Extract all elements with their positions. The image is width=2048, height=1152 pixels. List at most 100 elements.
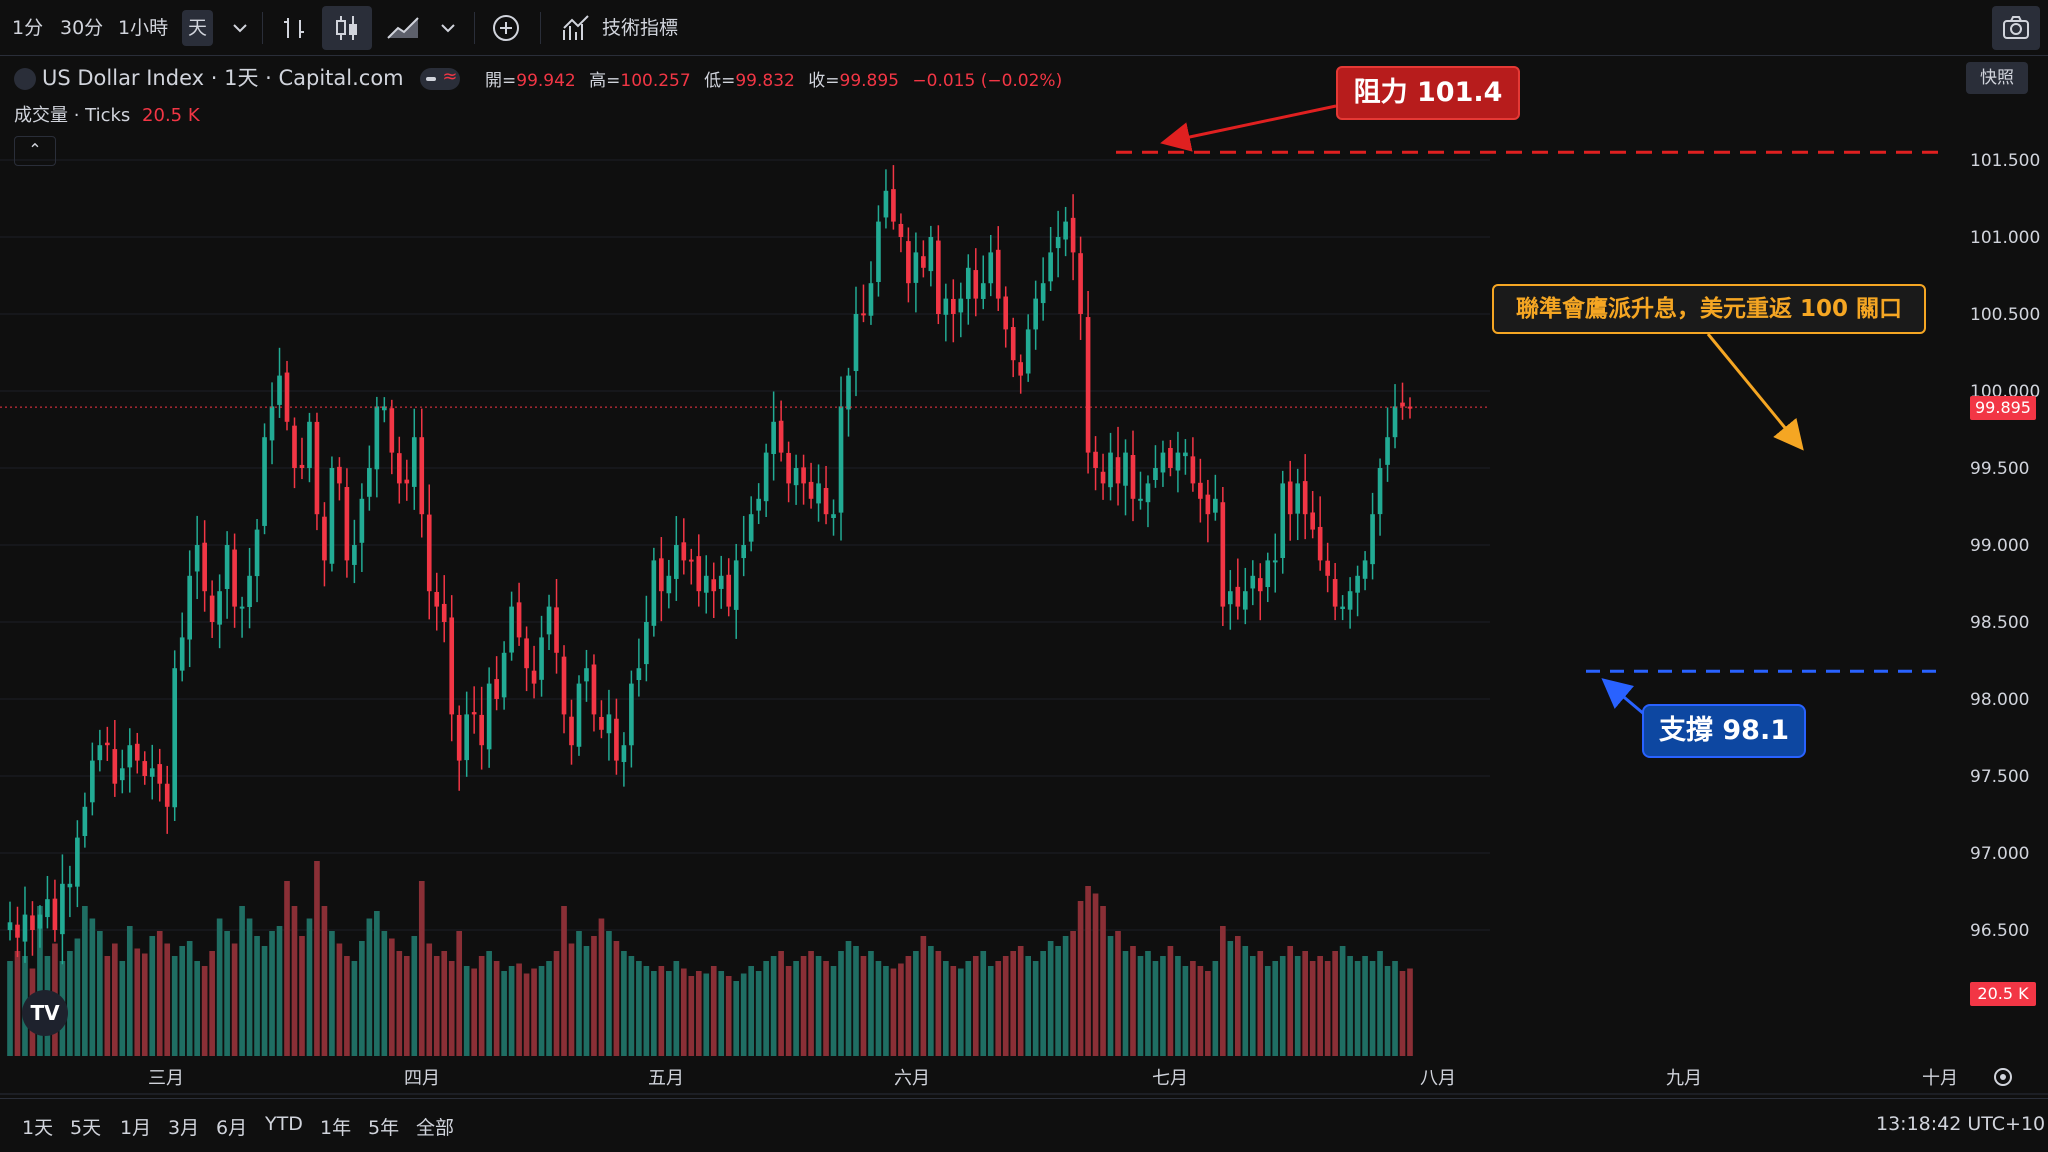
- range-6m[interactable]: 6月: [216, 1113, 247, 1140]
- candle-body: [179, 637, 185, 671]
- candle-body: [1055, 237, 1061, 249]
- range-5d[interactable]: 5天: [70, 1113, 101, 1140]
- indicators-button[interactable]: 技術指標: [602, 10, 678, 46]
- volume-bar: [673, 961, 680, 1056]
- volume-bar: [628, 956, 635, 1056]
- screenshot-button[interactable]: [1992, 6, 2040, 50]
- candle-body: [269, 406, 275, 441]
- volume-bar: [666, 971, 672, 1056]
- candle-body: [1242, 591, 1248, 610]
- candle-body: [793, 468, 799, 486]
- candle-body: [1033, 298, 1038, 330]
- symbol-title[interactable]: US Dollar Index · 1天 · Capital.com: [42, 66, 404, 90]
- volume-bar: [1107, 936, 1114, 1056]
- range-all[interactable]: 全部: [416, 1113, 454, 1140]
- interval-30m[interactable]: 30分: [60, 10, 103, 46]
- candle-body: [1130, 455, 1136, 499]
- candle-body: [801, 467, 806, 484]
- volume-bar: [972, 956, 979, 1056]
- volume-bar: [928, 946, 934, 1056]
- range-3m[interactable]: 3月: [168, 1113, 199, 1140]
- volume-bar: [67, 951, 73, 1056]
- candle-body: [277, 375, 282, 405]
- volume-bar: [710, 966, 717, 1056]
- volume-bar: [1152, 961, 1159, 1056]
- candle-body: [688, 559, 694, 562]
- volume-bar: [538, 966, 545, 1056]
- candle-body: [1280, 483, 1286, 558]
- volume-bar: [261, 946, 268, 1056]
- volume-bar: [1122, 951, 1129, 1056]
- candle-body: [636, 668, 642, 681]
- volume-bar: [126, 926, 133, 1056]
- volume-bar: [321, 906, 328, 1056]
- candle-body: [1003, 296, 1009, 330]
- range-5y[interactable]: 5年: [368, 1113, 399, 1140]
- volume-bar: [441, 951, 448, 1056]
- candle-body: [441, 603, 447, 622]
- volume-bar: [853, 946, 859, 1056]
- range-1y[interactable]: 1年: [320, 1113, 351, 1140]
- volume-bar: [1002, 956, 1009, 1056]
- volume-bar: [97, 931, 103, 1056]
- range-ytd[interactable]: YTD: [265, 1113, 303, 1135]
- bar-chart-type-icon[interactable]: [276, 10, 312, 46]
- chevron-down-icon[interactable]: [430, 10, 466, 46]
- candle-body: [464, 714, 470, 761]
- collapse-legend-button[interactable]: ⌃: [14, 136, 56, 166]
- candle-body: [711, 579, 717, 592]
- candle-body: [1198, 482, 1203, 499]
- price-chart[interactable]: 96.500 97.000 97.500 98.000 98.500 99.000 99.5…: [0, 56, 2048, 1098]
- interval-1m[interactable]: 1分: [12, 10, 43, 46]
- candle-body: [891, 189, 896, 222]
- candle-body: [1362, 560, 1368, 579]
- area-chart-icon[interactable]: [384, 10, 424, 46]
- volume-bar: [523, 973, 530, 1056]
- interval-1d[interactable]: 天: [182, 10, 214, 46]
- volume-bar: [291, 906, 298, 1056]
- candle-body: [868, 283, 874, 316]
- volume-bar: [613, 941, 620, 1056]
- volume-bar: [149, 936, 156, 1056]
- candle-body: [60, 883, 65, 935]
- volume-label: 成交量 · Ticks: [14, 105, 131, 126]
- candle-body: [876, 221, 881, 282]
- candle-body: [501, 652, 507, 698]
- volume-bar: [329, 931, 335, 1056]
- interval-1h[interactable]: 1小時: [118, 10, 168, 46]
- candle-body: [30, 915, 35, 930]
- volume-bar: [995, 961, 1002, 1056]
- camera-icon: [2003, 16, 2029, 39]
- add-symbol-icon[interactable]: [488, 10, 524, 46]
- tradingview-logo-icon: TV: [22, 990, 68, 1036]
- volume-bar: [74, 938, 81, 1056]
- volume-bar: [411, 936, 418, 1056]
- volume-bar: [838, 951, 844, 1056]
- volume-bar: [636, 961, 642, 1056]
- market-status-icon[interactable]: ≈: [420, 66, 461, 90]
- candle-chart-type-button[interactable]: [322, 6, 372, 50]
- volume-bar: [957, 968, 964, 1056]
- clock[interactable]: 13:18:42 UTC+10: [1876, 1113, 2045, 1135]
- candle-body: [404, 479, 410, 484]
- volume-bar: [1175, 956, 1181, 1056]
- snapshot-button[interactable]: 快照: [1966, 62, 2028, 94]
- range-1m[interactable]: 1月: [120, 1113, 151, 1140]
- candle-body: [786, 452, 791, 484]
- volume-bar: [606, 931, 612, 1056]
- chevron-down-icon[interactable]: [222, 10, 258, 46]
- range-1d[interactable]: 1天: [22, 1113, 53, 1140]
- volume-bar: [935, 951, 942, 1056]
- candle-body: [67, 883, 73, 888]
- volume-bar: [1369, 961, 1376, 1056]
- candle-body: [247, 575, 252, 608]
- candle-body: [37, 914, 43, 929]
- indicators-icon[interactable]: [558, 10, 594, 46]
- candle-body: [554, 607, 559, 653]
- volume-bar: [965, 961, 972, 1056]
- candle-body: [194, 545, 200, 572]
- volume-bar: [501, 971, 507, 1056]
- volume-bar: [808, 951, 814, 1056]
- candle-body: [344, 487, 350, 561]
- volume-bar: [1220, 926, 1226, 1056]
